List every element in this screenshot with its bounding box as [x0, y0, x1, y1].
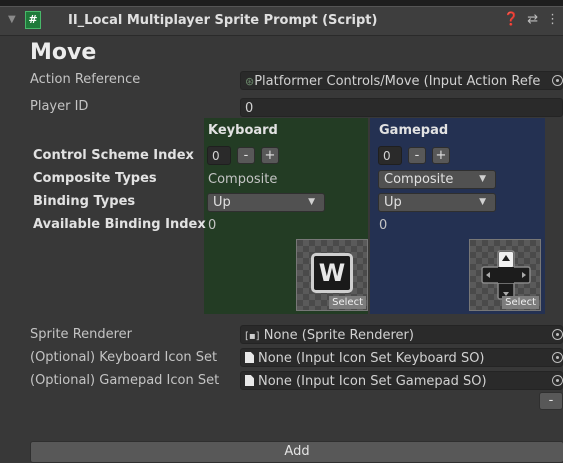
- header-icons: ❓⇄⋮: [503, 12, 563, 27]
- sprite-renderer-label: Sprite Renderer: [30, 327, 133, 342]
- w-key-icon: W: [311, 253, 353, 293]
- scriptable-object-icon: [245, 375, 254, 386]
- action-reference-value: Platformer Controls/Move (Input Action R…: [254, 74, 541, 89]
- gamepad-index-field[interactable]: 0: [378, 146, 402, 165]
- keyboard-available-index: 0: [208, 218, 217, 233]
- gamepad-sprite-preview[interactable]: Select: [469, 239, 541, 311]
- gamepad-binding-type-dropdown[interactable]: Up ▼: [378, 193, 496, 212]
- gamepad-index-decrement-button[interactable]: -: [408, 147, 426, 164]
- presets-icon[interactable]: ⇄: [527, 12, 546, 27]
- action-reference-field[interactable]: ⊛Platformer Controls/Move (Input Action …: [240, 71, 563, 90]
- keyboard-binding-type-value: Up: [213, 195, 231, 210]
- object-picker-icon[interactable]: [552, 352, 563, 363]
- scriptable-object-icon: [245, 352, 254, 363]
- keyboard-index-field[interactable]: 0: [207, 146, 231, 165]
- composite-types-label: Composite Types: [33, 171, 157, 186]
- gamepad-composite-type-value: Composite: [384, 172, 454, 187]
- sprite-renderer-icon: [▪]: [245, 331, 260, 342]
- keyboard-sprite-preview[interactable]: W Select: [296, 239, 368, 311]
- component-header[interactable]: ▼ # II_Local Multiplayer Sprite Prompt (…: [0, 7, 563, 36]
- object-picker-icon[interactable]: [552, 329, 563, 340]
- gamepad-index-increment-button[interactable]: +: [432, 147, 450, 164]
- keyboard-index-decrement-button[interactable]: -: [237, 147, 255, 164]
- action-reference-label: Action Reference: [30, 72, 141, 87]
- gamepad-select-button[interactable]: Select: [502, 296, 539, 309]
- keyboard-header: Keyboard: [208, 123, 278, 138]
- chevron-down-icon: ▼: [479, 174, 486, 184]
- gamepad-composite-type-dropdown[interactable]: Composite ▼: [378, 170, 496, 189]
- keyboard-binding-type-dropdown[interactable]: Up ▼: [207, 193, 325, 212]
- chevron-down-icon: ▼: [308, 197, 315, 207]
- gamepad-icon-set-value: None (Input Icon Set Gamepad SO): [258, 374, 487, 389]
- keyboard-index-increment-button[interactable]: +: [261, 147, 279, 164]
- player-id-label: Player ID: [30, 99, 89, 114]
- keyboard-icon-set-label: (Optional) Keyboard Icon Set: [30, 350, 218, 365]
- dpad-up-icon: [481, 250, 531, 300]
- remove-element-button[interactable]: -: [539, 392, 563, 410]
- section-title: Move: [30, 40, 97, 65]
- input-action-icon: ⊛: [245, 75, 255, 88]
- available-binding-index-label: Available Binding Index: [33, 217, 206, 232]
- keyboard-icon-set-value: None (Input Icon Set Keyboard SO): [258, 351, 485, 366]
- sprite-renderer-value: None (Sprite Renderer): [263, 328, 414, 343]
- keyboard-composite-text: Composite: [208, 172, 278, 187]
- gamepad-icon-set-label: (Optional) Gamepad Icon Set: [30, 373, 220, 388]
- gamepad-header: Gamepad: [379, 123, 449, 138]
- chevron-down-icon: ▼: [479, 197, 486, 207]
- player-id-field[interactable]: 0: [240, 98, 563, 117]
- sprite-renderer-field[interactable]: [▪] None (Sprite Renderer): [240, 325, 563, 344]
- menu-icon[interactable]: ⋮: [546, 12, 563, 27]
- gamepad-icon-set-field[interactable]: None (Input Icon Set Gamepad SO): [240, 371, 563, 390]
- keyboard-icon-set-field[interactable]: None (Input Icon Set Keyboard SO): [240, 348, 563, 367]
- binding-types-label: Binding Types: [33, 194, 136, 209]
- window-top-edge: [0, 0, 563, 7]
- keyboard-select-button[interactable]: Select: [329, 296, 366, 309]
- help-icon[interactable]: ❓: [503, 12, 527, 27]
- component-title: II_Local Multiplayer Sprite Prompt (Scri…: [68, 13, 378, 28]
- add-button[interactable]: Add: [30, 441, 563, 463]
- foldout-arrow-icon[interactable]: ▼: [8, 14, 16, 25]
- gamepad-binding-type-value: Up: [384, 195, 402, 210]
- object-picker-icon[interactable]: [552, 375, 563, 386]
- object-picker-icon[interactable]: [552, 75, 563, 86]
- script-icon: #: [25, 11, 41, 29]
- gamepad-available-index: 0: [379, 218, 388, 233]
- control-scheme-index-label: Control Scheme Index: [33, 148, 194, 163]
